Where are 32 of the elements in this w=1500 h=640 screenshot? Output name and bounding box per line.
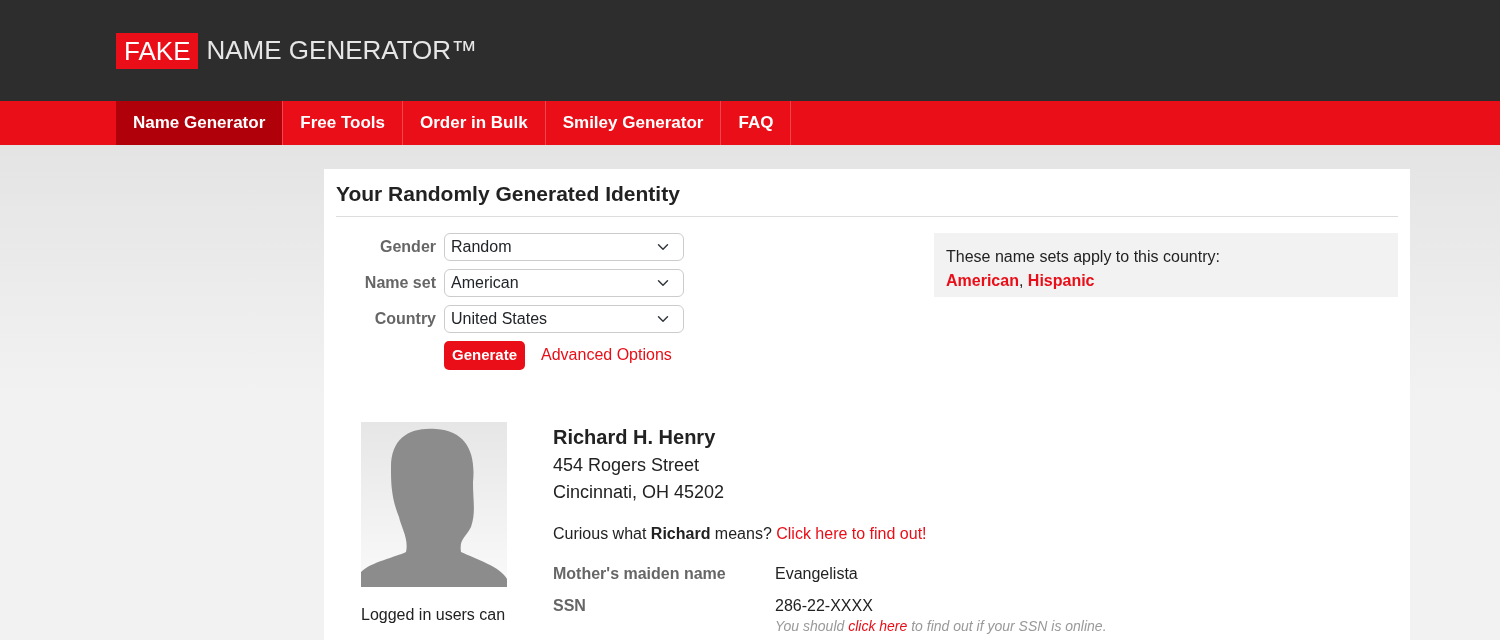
separator-text: , [1018, 272, 1024, 290]
photo-caption: Logged in users can [361, 604, 507, 625]
ssn-note: You should click here to find out if your SSN is online. [775, 617, 1107, 634]
person-name: Richard H. Henry [553, 424, 717, 450]
logo-badge: FAKE [116, 32, 199, 69]
name-sets-text: These name sets apply to this country: [946, 247, 1221, 268]
nav-tab[interactable]: Free Tools [283, 101, 403, 145]
detail-value: Evangelista [775, 563, 858, 584]
field-label: Gender [379, 237, 436, 258]
nav-tab[interactable]: Order in Bulk [403, 101, 546, 145]
nav-tab[interactable]: Name Generator [116, 101, 284, 145]
field-label: Name set [363, 273, 436, 294]
field-label: Country [373, 309, 436, 330]
select-field[interactable]: United States [444, 305, 684, 334]
generate-button[interactable]: Generate [444, 341, 526, 370]
logo-text: NAME GENERATOR™ [206, 34, 478, 67]
page-title: Your Randomly Generated Identity [336, 181, 1398, 218]
nav-tab[interactable]: Smiley Generator [545, 101, 722, 145]
name-set-link[interactable]: American [946, 272, 1019, 290]
detail-label: Mother's maiden name [553, 563, 727, 584]
nav-tab[interactable]: FAQ [721, 101, 792, 145]
ssn-check-link[interactable]: click here [848, 617, 908, 634]
select-field[interactable]: Random [444, 233, 684, 262]
find-out-link[interactable]: Click here to find out! [776, 524, 927, 542]
meaning-sentence: Curious what Richard means? Click here to find out! [553, 523, 928, 544]
address-line: Cincinnati, OH 45202 [553, 480, 726, 504]
select-field[interactable]: American [444, 269, 684, 298]
detail-label: SSN [553, 595, 587, 616]
name-set-link[interactable]: Hispanic [1027, 272, 1095, 290]
advanced-options-link[interactable]: Advanced Options [541, 343, 672, 368]
detail-value: 286-22-XXXX [775, 595, 874, 616]
address-line: 454 Rogers Street [553, 453, 701, 477]
